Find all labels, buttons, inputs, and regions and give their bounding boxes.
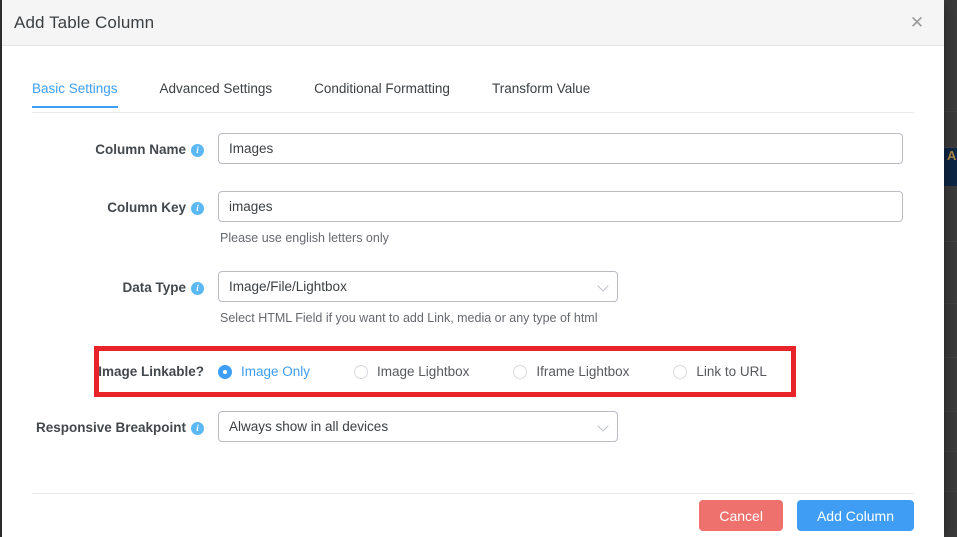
column-name-label-wrap: Column Name i <box>32 133 218 167</box>
dialog-title: Add Table Column <box>14 13 904 33</box>
add-table-column-dialog: Add Table Column ✕ Basic Settings Advanc… <box>0 0 944 537</box>
column-name-label: Column Name <box>95 142 186 157</box>
info-icon[interactable]: i <box>191 144 204 157</box>
info-icon[interactable]: i <box>191 422 204 435</box>
image-linkable-label: Image Linkable? <box>98 364 204 379</box>
add-column-button[interactable]: Add Column <box>797 500 914 531</box>
field-responsive-breakpoint: Responsive Breakpoint i Always show in al… <box>32 411 914 445</box>
tab-conditional-formatting[interactable]: Conditional Formatting <box>314 79 450 107</box>
radio-indicator-icon <box>513 365 527 379</box>
tab-bar: Basic Settings Advanced Settings Conditi… <box>32 79 914 113</box>
data-type-help-text: Select HTML Field if you want to add Lin… <box>220 311 914 325</box>
image-linkable-options: Image Only Image Lightbox Iframe Lightbo… <box>218 364 811 379</box>
responsive-breakpoint-label-wrap: Responsive Breakpoint i <box>32 411 218 445</box>
column-key-label-wrap: Column Key i <box>32 191 218 225</box>
column-name-input[interactable] <box>218 133 903 164</box>
radio-label: Link to URL <box>696 364 767 379</box>
column-key-control: Please use english letters only <box>218 191 914 245</box>
column-name-control <box>218 133 914 164</box>
info-icon[interactable]: i <box>191 282 204 295</box>
radio-label: Image Only <box>241 364 310 379</box>
tab-advanced-settings[interactable]: Advanced Settings <box>160 79 273 107</box>
data-type-select-wrap: Image/File/Lightbox <box>218 271 618 302</box>
field-column-name: Column Name i <box>32 133 914 167</box>
responsive-breakpoint-label: Responsive Breakpoint <box>36 420 186 435</box>
responsive-breakpoint-select[interactable]: Always show in all devices <box>218 411 618 442</box>
image-linkable-label-wrap: Image Linkable? <box>32 360 218 383</box>
close-icon[interactable]: ✕ <box>904 10 930 36</box>
column-key-label: Column Key <box>107 200 186 215</box>
cancel-button[interactable]: Cancel <box>699 500 783 531</box>
radio-image-lightbox[interactable]: Image Lightbox <box>354 364 469 379</box>
tab-transform-value[interactable]: Transform Value <box>492 79 590 107</box>
field-column-key: Column Key i Please use english letters o… <box>32 191 914 245</box>
radio-indicator-icon <box>218 365 232 379</box>
image-linkable-row: Image Linkable? Image Only Image Lightbo… <box>32 360 914 383</box>
radio-label: Iframe Lightbox <box>536 364 629 379</box>
field-image-linkable: Image Linkable? Image Only Image Lightbo… <box>32 346 914 397</box>
responsive-breakpoint-select-wrap: Always show in all devices <box>218 411 618 442</box>
radio-iframe-lightbox[interactable]: Iframe Lightbox <box>513 364 629 379</box>
radio-image-only[interactable]: Image Only <box>218 364 310 379</box>
info-icon[interactable]: i <box>191 202 204 215</box>
data-type-label: Data Type <box>122 280 186 295</box>
radio-indicator-icon <box>354 365 368 379</box>
radio-label: Image Lightbox <box>377 364 469 379</box>
column-key-input[interactable] <box>218 191 903 222</box>
data-type-label-wrap: Data Type i <box>32 271 218 305</box>
column-key-help-text: Please use english letters only <box>220 231 914 245</box>
basic-settings-form: Column Name i Column Key i Please use engl… <box>2 133 944 445</box>
dialog-header: Add Table Column ✕ <box>2 0 944 46</box>
dialog-footer: Cancel Add Column <box>32 493 914 537</box>
radio-link-to-url[interactable]: Link to URL <box>673 364 767 379</box>
backdrop-highlight-band: A <box>944 148 957 186</box>
data-type-select[interactable]: Image/File/Lightbox <box>218 271 618 302</box>
data-type-control: Image/File/Lightbox Select HTML Field if… <box>218 271 914 325</box>
tab-basic-settings[interactable]: Basic Settings <box>32 79 118 107</box>
field-data-type: Data Type i Image/File/Lightbox Select HT… <box>32 271 914 325</box>
responsive-breakpoint-control: Always show in all devices <box>218 411 914 442</box>
radio-indicator-icon <box>673 365 687 379</box>
